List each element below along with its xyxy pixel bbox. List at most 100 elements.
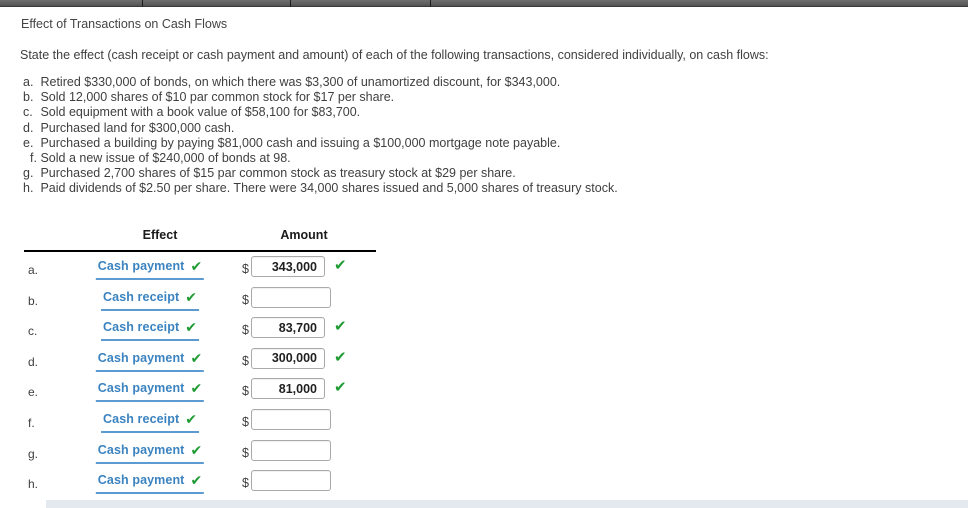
table-header-row: Effect Amount	[24, 228, 376, 250]
table-row: b. Cash receipt ✔ $	[24, 285, 376, 316]
effect-value-wrap[interactable]: Cash payment ✔	[95, 471, 205, 495]
table-row: e. Cash payment ✔ $ ✔	[24, 376, 376, 407]
row-letter: g.	[28, 446, 39, 461]
effect-value: Cash payment	[97, 381, 185, 396]
correct-check-icon: ✔	[334, 348, 347, 366]
currency-symbol: $	[242, 323, 249, 338]
amount-input[interactable]	[251, 347, 325, 369]
effect-value-wrap[interactable]: Cash payment ✔	[95, 379, 205, 403]
effect-value-wrap[interactable]: Cash payment ✔	[95, 441, 205, 464]
row-letter: c.	[28, 324, 38, 339]
transaction-text: Sold equipment with a book value of $58,…	[37, 105, 361, 120]
transaction-item: c. Sold equipment with a book value of $…	[23, 105, 923, 120]
row-letter: a.	[28, 263, 39, 277]
correct-check-icon: ✔	[190, 380, 203, 397]
transaction-label: f.	[30, 151, 37, 166]
correct-check-icon: ✔	[185, 410, 197, 427]
amount-input[interactable]	[251, 439, 331, 461]
effect-value: Cash payment	[97, 259, 185, 273]
transaction-text: Purchased land for $300,000 cash.	[37, 120, 235, 135]
transaction-text: Purchased a building by paying $81,000 c…	[37, 135, 561, 150]
transaction-item: e. Purchased a building by paying $81,00…	[23, 136, 923, 151]
amount-input[interactable]	[251, 378, 325, 400]
currency-symbol: $	[242, 353, 249, 368]
amount-input[interactable]	[251, 317, 325, 339]
effect-value: Cash payment	[97, 442, 185, 457]
transaction-text: Sold 12,000 shares of $10 par common sto…	[37, 90, 395, 105]
page-footer-band	[46, 500, 968, 508]
effect-value-wrap[interactable]: Cash receipt ✔	[101, 288, 199, 311]
correct-check-icon: ✔	[185, 288, 197, 305]
effect-select[interactable]: Cash receipt ✔	[70, 288, 230, 313]
question-prompt: State the effect (cash receipt or cash p…	[20, 48, 769, 62]
question-page: Effect of Transactions on Cash Flows Sta…	[0, 7, 968, 508]
effect-value-wrap[interactable]: Cash receipt ✔	[101, 410, 199, 433]
correct-check-icon: ✔	[334, 318, 347, 336]
correct-check-icon: ✔	[334, 257, 347, 274]
transaction-item: a. Retired $330,000 of bonds, on which t…	[23, 75, 923, 90]
effect-value: Cash receipt	[103, 320, 180, 335]
currency-symbol: $	[242, 445, 249, 460]
table-row: c. Cash receipt ✔ $ ✔	[24, 315, 376, 346]
transaction-label: h.	[23, 181, 34, 196]
effect-select[interactable]: Cash receipt ✔	[70, 318, 230, 343]
currency-symbol: $	[242, 292, 249, 307]
effect-select[interactable]: Cash payment ✔	[70, 257, 230, 282]
page-title: Effect of Transactions on Cash Flows	[21, 17, 228, 31]
amount-input[interactable]	[251, 470, 331, 492]
amount-input[interactable]	[251, 256, 325, 277]
effect-select[interactable]: Cash receipt ✔	[70, 410, 230, 435]
transaction-item: g. Purchased 2,700 shares of $15 par com…	[23, 166, 923, 181]
currency-symbol: $	[242, 414, 249, 429]
currency-symbol: $	[242, 262, 249, 276]
correct-check-icon: ✔	[190, 349, 203, 366]
table-row: g. Cash payment ✔ $	[24, 438, 376, 469]
row-letter: d.	[28, 354, 39, 369]
answer-table: Effect Amount a.Cash payment✔$✔b.Cash re…	[24, 228, 376, 495]
transaction-label: g.	[23, 166, 34, 181]
amount-input[interactable]	[251, 286, 331, 308]
transaction-text: Sold a new issue of $240,000 of bonds at…	[37, 151, 291, 166]
effect-value: Cash receipt	[103, 289, 180, 304]
transaction-label: a.	[23, 75, 34, 89]
correct-check-icon: ✔	[185, 319, 197, 336]
effect-select[interactable]: Cash payment ✔	[70, 379, 230, 404]
transaction-label: c.	[23, 105, 33, 120]
transaction-text: Paid dividends of $2.50 per share. There…	[37, 181, 618, 196]
table-row: a. Cash payment ✔ $ ✔	[24, 254, 376, 285]
correct-check-icon: ✔	[334, 379, 347, 397]
transaction-label: e.	[23, 135, 34, 150]
transaction-item: d. Purchased land for $300,000 cash.	[23, 121, 923, 136]
effect-value-wrap[interactable]: Cash payment ✔	[95, 257, 205, 280]
row-letter: b.	[28, 293, 39, 308]
transaction-text: Retired $330,000 of bonds, on which ther…	[37, 75, 561, 89]
transaction-item: b. Sold 12,000 shares of $10 par common …	[23, 90, 923, 105]
effect-select[interactable]: Cash payment ✔	[70, 349, 230, 374]
effect-value: Cash payment	[97, 350, 185, 365]
effect-value-wrap[interactable]: Cash payment ✔	[95, 349, 205, 372]
effect-select[interactable]: Cash payment ✔	[70, 471, 230, 496]
tab-divider	[430, 0, 431, 7]
column-header-amount: Amount	[280, 228, 328, 242]
transaction-item: f. Sold a new issue of $240,000 of bonds…	[23, 151, 923, 166]
effect-value: Cash payment	[97, 473, 185, 488]
table-row: h. Cash payment ✔ $	[24, 468, 376, 499]
table-row: f. Cash receipt ✔ $	[24, 407, 376, 438]
correct-check-icon: ✔	[190, 441, 203, 458]
amount-input[interactable]	[251, 408, 331, 430]
transaction-list: a. Retired $330,000 of bonds, on which t…	[23, 75, 923, 197]
tab-divider	[142, 0, 143, 7]
effect-select[interactable]: Cash payment ✔	[70, 441, 230, 466]
transaction-item: h. Paid dividends of $2.50 per share. Th…	[23, 181, 923, 196]
transaction-label: d.	[23, 120, 34, 135]
transaction-label: b.	[23, 90, 34, 105]
tab-divider	[290, 0, 291, 7]
correct-check-icon: ✔	[190, 472, 203, 489]
answer-rows: a.Cash payment✔$✔b.Cash receipt✔$c.Cash …	[24, 254, 376, 499]
currency-symbol: $	[242, 384, 249, 399]
column-header-effect: Effect	[142, 228, 178, 242]
effect-value-wrap[interactable]: Cash receipt ✔	[101, 318, 199, 342]
row-letter: e.	[28, 385, 39, 400]
browser-tab-strip	[0, 0, 968, 7]
row-letter: h.	[28, 477, 39, 492]
